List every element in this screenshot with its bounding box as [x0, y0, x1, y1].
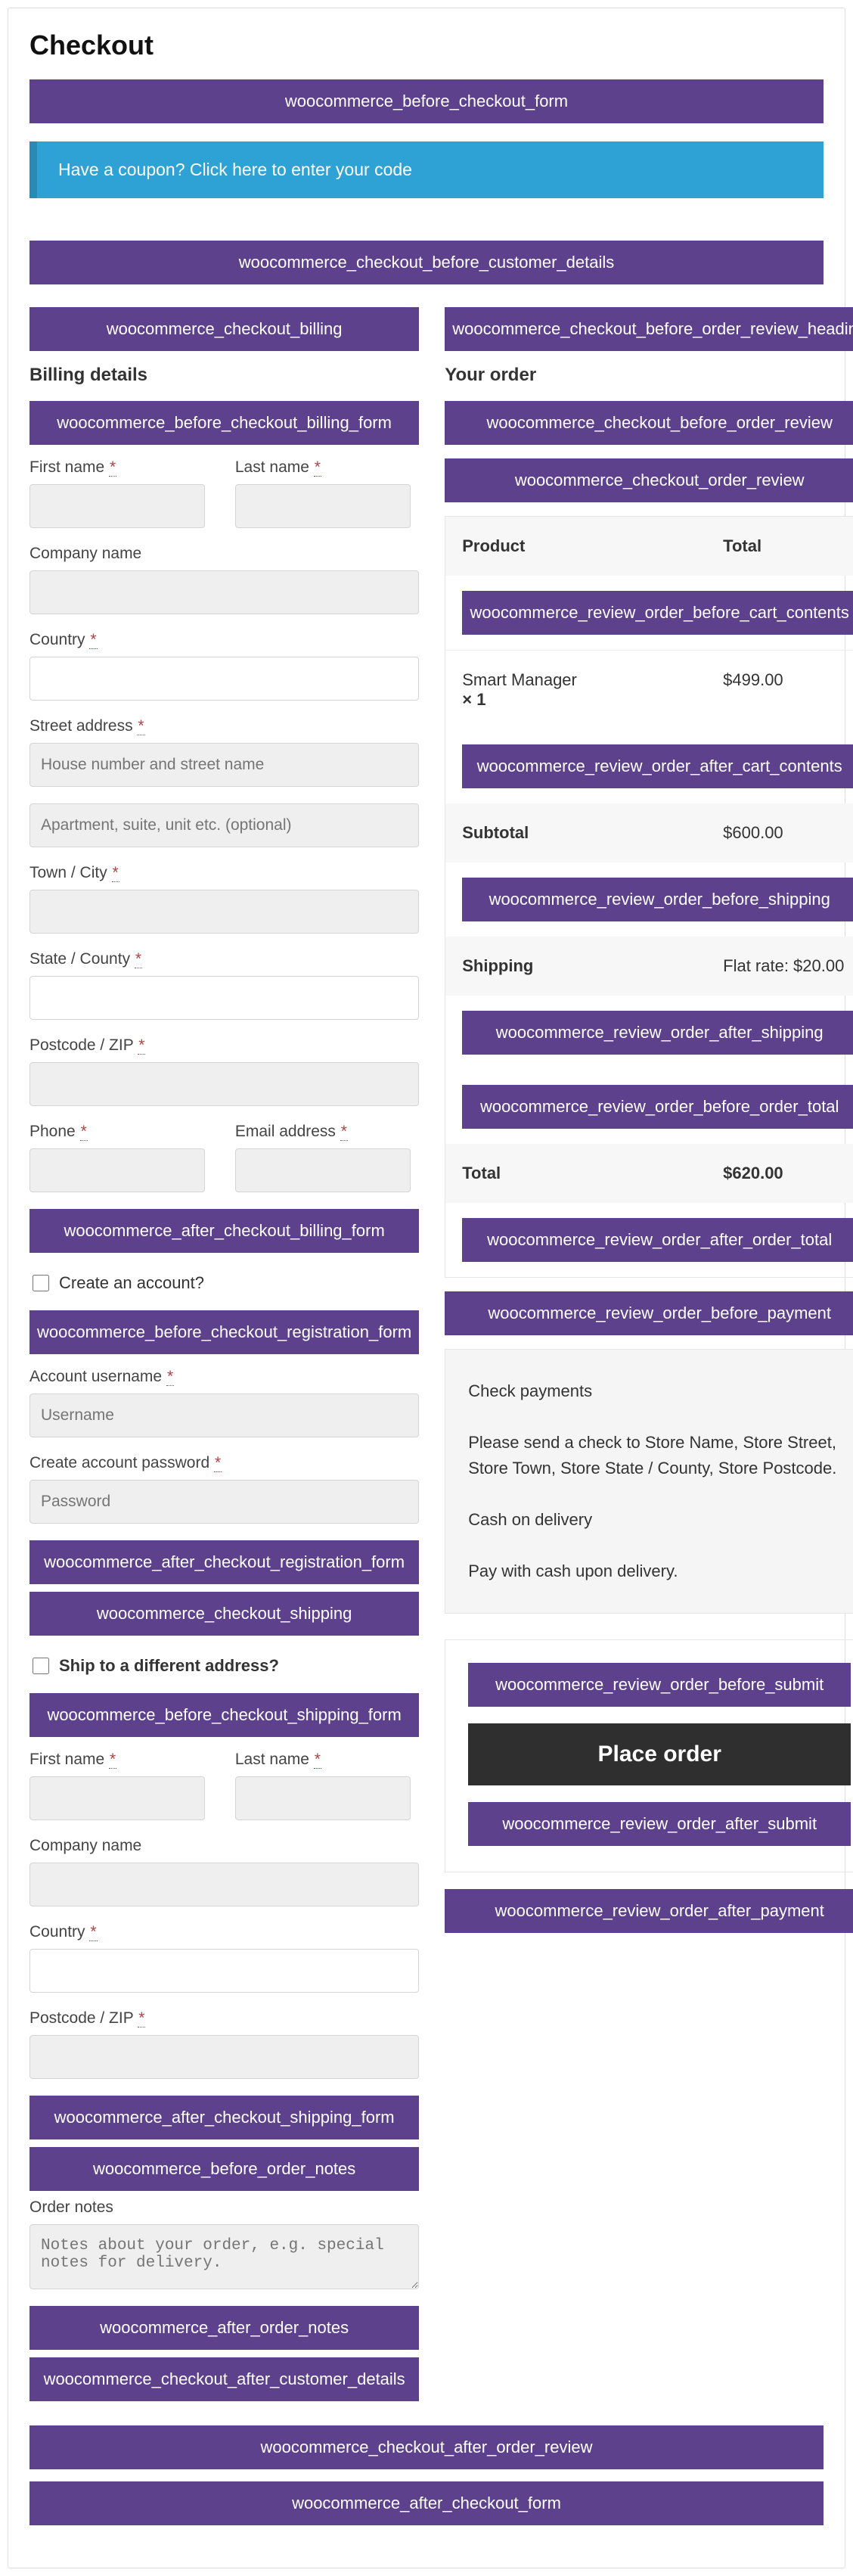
page-title: Checkout	[29, 30, 824, 61]
order-shipping-label: Shipping	[445, 937, 706, 996]
billing-street2-input[interactable]	[29, 803, 419, 847]
order-subtotal-value: $600.00	[706, 803, 853, 862]
hook-after-checkout-billing-form: woocommerce_after_checkout_billing_form	[29, 1209, 419, 1253]
shipping-last-name-label: Last name *	[235, 1751, 411, 1769]
payment-cod-desc: Pay with cash upon delivery.	[468, 1558, 851, 1584]
shipping-last-name-input[interactable]	[235, 1776, 411, 1820]
hook-after-checkout-shipping-form: woocommerce_after_checkout_shipping_form	[29, 2096, 419, 2139]
hook-review-after-shipping: woocommerce_review_order_after_shipping	[462, 1011, 853, 1055]
order-item-total: $499.00	[706, 651, 853, 729]
ship-different-checkbox[interactable]	[33, 1658, 49, 1674]
order-item-name: Smart Manager × 1	[445, 651, 706, 729]
checkout-page: Checkout woocommerce_before_checkout_for…	[8, 8, 845, 2568]
hook-checkout-before-order-review-heading: woocommerce_checkout_before_order_review…	[445, 307, 853, 351]
place-order-button[interactable]: Place order	[468, 1723, 851, 1785]
billing-town-input[interactable]	[29, 890, 419, 934]
billing-first-name-label: First name *	[29, 458, 205, 477]
create-account-label: Create an account?	[59, 1273, 204, 1293]
shipping-company-label: Company name	[29, 1837, 419, 1855]
left-column: woocommerce_checkout_billing Billing det…	[29, 307, 419, 2409]
order-total-label: Total	[445, 1144, 706, 1203]
account-username-input[interactable]	[29, 1394, 419, 1437]
hook-checkout-shipping: woocommerce_checkout_shipping	[29, 1592, 419, 1636]
billing-last-name-label: Last name *	[235, 458, 411, 477]
hook-before-checkout-shipping-form: woocommerce_before_checkout_shipping_for…	[29, 1693, 419, 1737]
order-heading: Your order	[445, 365, 853, 386]
shipping-first-name-input[interactable]	[29, 1776, 205, 1820]
account-password-input[interactable]	[29, 1480, 419, 1524]
hook-before-order-notes: woocommerce_before_order_notes	[29, 2147, 419, 2191]
ship-different-label: Ship to a different address?	[59, 1656, 279, 1676]
payment-check-title: Check payments	[468, 1378, 851, 1404]
hook-before-checkout-registration-form: woocommerce_before_checkout_registration…	[29, 1310, 419, 1354]
billing-email-input[interactable]	[235, 1148, 411, 1192]
billing-state-label: State / County *	[29, 950, 419, 968]
shipping-company-input[interactable]	[29, 1863, 419, 1906]
right-column: woocommerce_checkout_before_order_review…	[445, 307, 853, 1947]
billing-company-input[interactable]	[29, 570, 419, 614]
hook-review-after-payment: woocommerce_review_order_after_payment	[445, 1889, 853, 1933]
payment-check-desc: Please send a check to Store Name, Store…	[468, 1430, 851, 1481]
shipping-first-name-label: First name *	[29, 1751, 205, 1769]
hook-checkout-order-review: woocommerce_checkout_order_review	[445, 458, 853, 502]
billing-heading: Billing details	[29, 365, 419, 386]
billing-country-input[interactable]	[29, 657, 419, 701]
create-account-checkbox[interactable]	[33, 1275, 49, 1291]
billing-town-label: Town / City *	[29, 864, 419, 882]
order-review-table: Product Total woocommerce_review_order_b…	[445, 516, 853, 1278]
billing-postcode-label: Postcode / ZIP *	[29, 1036, 419, 1055]
shipping-postcode-label: Postcode / ZIP *	[29, 2009, 419, 2028]
hook-before-checkout-billing-form: woocommerce_before_checkout_billing_form	[29, 401, 419, 445]
billing-street-label: Street address *	[29, 717, 419, 735]
hook-checkout-after-order-review: woocommerce_checkout_after_order_review	[29, 2425, 824, 2469]
hook-review-after-cart-contents: woocommerce_review_order_after_cart_cont…	[462, 744, 853, 788]
hook-after-checkout-form: woocommerce_after_checkout_form	[29, 2481, 824, 2525]
billing-first-name-input[interactable]	[29, 484, 205, 528]
billing-company-label: Company name	[29, 545, 419, 563]
order-total-value: $620.00	[706, 1144, 853, 1203]
order-notes-input[interactable]	[29, 2224, 419, 2289]
hook-before-checkout-form: woocommerce_before_checkout_form	[29, 79, 824, 123]
order-shipping-value: Flat rate: $20.00	[706, 937, 853, 996]
shipping-country-input[interactable]	[29, 1949, 419, 1993]
billing-last-name-input[interactable]	[235, 484, 411, 528]
payment-methods: Check payments Please send a check to St…	[445, 1349, 853, 1614]
shipping-country-label: Country *	[29, 1923, 419, 1941]
hook-checkout-billing: woocommerce_checkout_billing	[29, 307, 419, 351]
hook-after-order-notes: woocommerce_after_order_notes	[29, 2306, 419, 2350]
hook-after-checkout-registration-form: woocommerce_after_checkout_registration_…	[29, 1540, 419, 1584]
billing-country-label: Country *	[29, 631, 419, 649]
account-password-label: Create account password *	[29, 1454, 419, 1472]
hook-checkout-before-order-review: woocommerce_checkout_before_order_review	[445, 401, 853, 445]
hook-review-before-submit: woocommerce_review_order_before_submit	[468, 1663, 851, 1707]
order-head-product: Product	[445, 517, 706, 576]
order-head-total: Total	[706, 517, 853, 576]
billing-email-label: Email address *	[235, 1123, 411, 1141]
hook-review-before-cart-contents: woocommerce_review_order_before_cart_con…	[462, 591, 853, 635]
billing-street1-input[interactable]	[29, 743, 419, 787]
billing-phone-input[interactable]	[29, 1148, 205, 1192]
hook-checkout-after-customer-details: woocommerce_checkout_after_customer_deta…	[29, 2357, 419, 2401]
hook-review-after-order-total: woocommerce_review_order_after_order_tot…	[462, 1218, 853, 1262]
order-subtotal-label: Subtotal	[445, 803, 706, 862]
coupon-notice[interactable]: Have a coupon? Click here to enter your …	[29, 141, 824, 198]
billing-postcode-input[interactable]	[29, 1062, 419, 1106]
order-notes-label: Order notes	[29, 2198, 419, 2217]
billing-phone-label: Phone *	[29, 1123, 205, 1141]
billing-state-input[interactable]	[29, 976, 419, 1020]
hook-review-after-submit: woocommerce_review_order_after_submit	[468, 1802, 851, 1846]
submit-block: woocommerce_review_order_before_submit P…	[445, 1639, 853, 1872]
account-username-label: Account username *	[29, 1368, 419, 1386]
hook-checkout-before-customer-details: woocommerce_checkout_before_customer_det…	[29, 241, 824, 284]
payment-cod-title: Cash on delivery	[468, 1507, 851, 1533]
hook-review-before-payment: woocommerce_review_order_before_payment	[445, 1291, 853, 1335]
shipping-postcode-input[interactable]	[29, 2035, 419, 2079]
hook-review-before-shipping: woocommerce_review_order_before_shipping	[462, 878, 853, 921]
hook-review-before-order-total: woocommerce_review_order_before_order_to…	[462, 1085, 853, 1129]
